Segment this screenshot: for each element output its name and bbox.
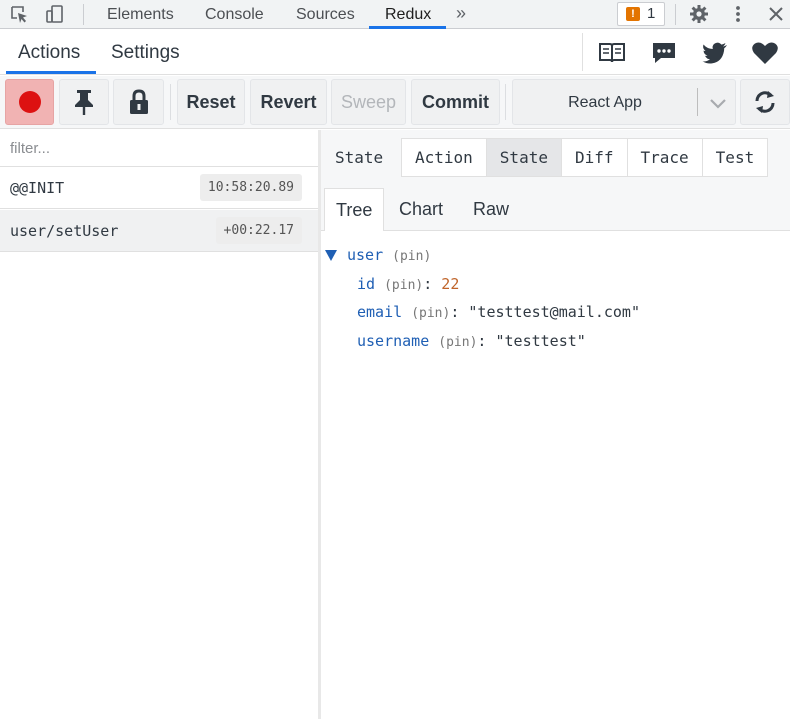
lock-icon <box>129 89 148 114</box>
monitor-panel: State Action State Diff Trace Test Tree … <box>321 130 790 719</box>
sweep-button[interactable]: Sweep <box>331 79 406 125</box>
action-toolbar: Reset Revert Sweep Commit React App <box>0 76 790 129</box>
chat-icon[interactable] <box>650 40 678 66</box>
tab-test[interactable]: Test <box>701 138 769 177</box>
kebab-menu-icon[interactable] <box>728 4 748 24</box>
tab-actions[interactable]: Actions <box>18 30 80 74</box>
tree-key: username <box>357 332 430 350</box>
instance-select[interactable]: React App <box>512 79 736 125</box>
action-list-item-selected[interactable]: user/setUser +00:22.17 <box>0 210 318 252</box>
action-name: @@INIT <box>10 179 65 197</box>
record-button[interactable] <box>5 79 54 125</box>
instance-select-value: React App <box>568 94 642 111</box>
toolbar-separator <box>505 84 506 120</box>
more-tabs-icon[interactable]: » <box>456 0 466 29</box>
action-name: user/setUser <box>10 222 119 240</box>
chevron-down-icon <box>710 99 726 109</box>
action-list-panel: @@INIT 10:58:20.89 user/setUser +00:22.1… <box>0 130 318 719</box>
tab-settings[interactable]: Settings <box>111 30 180 74</box>
active-tab-indicator <box>369 26 446 29</box>
key-colon: : <box>450 303 460 321</box>
record-icon <box>18 91 41 113</box>
active-tab-indicator <box>6 71 96 74</box>
expand-triangle-icon[interactable] <box>325 250 337 261</box>
pin-link[interactable]: (pin) <box>384 278 423 293</box>
pin-link[interactable]: (pin) <box>392 249 431 264</box>
tab-redux[interactable]: Redux <box>385 0 431 29</box>
tab-tree[interactable]: Tree <box>324 188 385 231</box>
warning-icon: ! <box>626 7 640 21</box>
devtools-tabbar: Elements Console Sources Redux » ! 1 <box>0 0 790 29</box>
toolbar-separator <box>675 4 676 25</box>
monitor-header: State Action State Diff Trace Test <box>321 130 790 185</box>
tab-raw[interactable]: Raw <box>462 188 520 231</box>
gear-icon[interactable] <box>689 4 709 24</box>
pushpin-icon <box>75 90 93 115</box>
pin-link[interactable]: (pin) <box>411 306 450 321</box>
heart-icon[interactable] <box>751 40 779 66</box>
tab-diff[interactable]: Diff <box>560 138 628 177</box>
revert-button[interactable]: Revert <box>250 79 327 125</box>
tab-state[interactable]: State <box>485 138 562 177</box>
tab-action[interactable]: Action <box>401 138 487 177</box>
tree-value: "testtest" <box>495 332 586 350</box>
tab-trace[interactable]: Trace <box>626 138 703 177</box>
toolbar-separator <box>170 84 171 120</box>
tab-elements[interactable]: Elements <box>107 0 174 29</box>
twitter-icon[interactable] <box>701 40 729 66</box>
tree-key: user <box>347 246 384 264</box>
tree-value: 22 <box>441 275 460 293</box>
monitor-tab-group: Action State Diff Trace Test <box>401 138 769 177</box>
close-icon[interactable] <box>766 4 786 24</box>
tree-key: id <box>357 275 376 293</box>
pin-link[interactable]: (pin) <box>438 335 477 350</box>
view-tabbar: Tree Chart Raw <box>321 185 790 231</box>
key-colon: : <box>423 275 433 293</box>
tab-console[interactable]: Console <box>205 0 264 29</box>
inspect-element-icon[interactable] <box>9 4 29 24</box>
tree-value: "testtest@mail.com" <box>468 303 640 321</box>
filter-input[interactable] <box>10 130 308 166</box>
tab-chart[interactable]: Chart <box>388 188 454 231</box>
lock-button[interactable] <box>113 79 164 125</box>
action-list-item[interactable]: @@INIT 10:58:20.89 <box>0 167 318 209</box>
action-timestamp[interactable]: +00:22.17 <box>215 217 302 244</box>
tree-node-root[interactable]: user (pin) <box>325 243 431 267</box>
tree-node: id (pin): 22 <box>357 272 459 296</box>
sync-button[interactable] <box>740 79 790 125</box>
tab-sources[interactable]: Sources <box>296 0 355 29</box>
device-toolbar-icon[interactable] <box>45 4 65 24</box>
sync-icon <box>755 91 775 113</box>
tree-key: email <box>357 303 403 321</box>
issues-count: 1 <box>647 5 656 22</box>
monitor-title: State <box>335 148 384 167</box>
key-colon: : <box>477 332 487 350</box>
toolbar-separator <box>83 4 84 25</box>
commit-button[interactable]: Commit <box>411 79 500 125</box>
filter-container <box>0 130 318 167</box>
select-divider <box>697 88 698 116</box>
issues-counter-button[interactable]: ! 1 <box>617 2 665 26</box>
action-timestamp[interactable]: 10:58:20.89 <box>199 174 302 201</box>
reset-button[interactable]: Reset <box>177 79 245 125</box>
book-icon[interactable] <box>598 40 626 66</box>
pin-button[interactable] <box>59 79 109 125</box>
tree-node: email (pin): "testtest@mail.com" <box>357 300 640 324</box>
tree-node: username (pin): "testtest" <box>357 329 586 353</box>
divider <box>582 33 583 71</box>
